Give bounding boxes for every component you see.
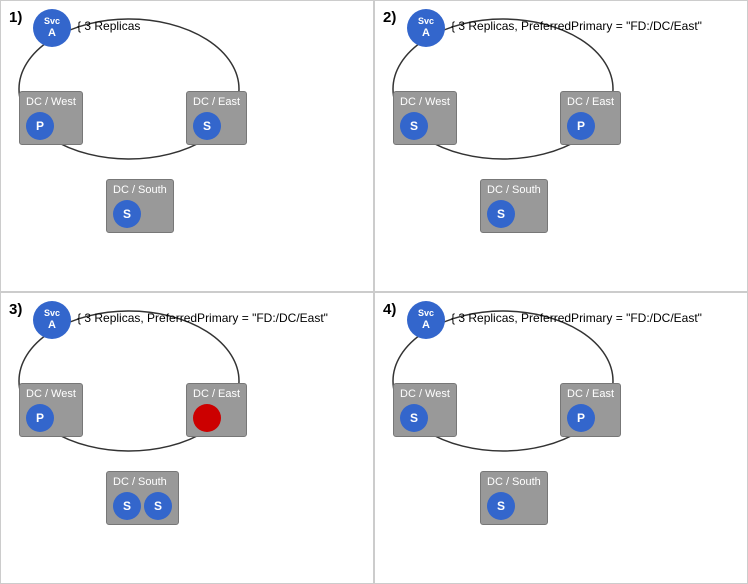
- replica-q1-2-0: S: [113, 200, 141, 228]
- dc-title-q1-1: DC / East: [193, 96, 240, 108]
- dc-title-q4-0: DC / West: [400, 388, 450, 400]
- dc-title-q2-2: DC / South: [487, 184, 541, 196]
- replica-row-q4-0: S: [400, 404, 450, 432]
- replica-q2-2-0: S: [487, 200, 515, 228]
- svc-bubble-q3: SvcA: [33, 301, 71, 339]
- dc-box-q2-2: DC / South S: [480, 179, 548, 233]
- dc-title-q2-1: DC / East: [567, 96, 614, 108]
- dc-box-q1-2: DC / South S: [106, 179, 174, 233]
- dc-title-q2-0: DC / West: [400, 96, 450, 108]
- svc-bubble-q2: SvcA: [407, 9, 445, 47]
- quadrant-q2: 2) SvcA { 3 Replicas, PreferredPrimary = "…: [374, 0, 748, 292]
- replica-row-q1-1: S: [193, 112, 240, 140]
- replica-row-q1-2: S: [113, 200, 167, 228]
- dc-title-q1-2: DC / South: [113, 184, 167, 196]
- quad-label-q1: 1): [9, 9, 22, 26]
- replica-row-q2-1: P: [567, 112, 614, 140]
- quad-label-q3: 3): [9, 301, 22, 318]
- replica-row-q3-0: P: [26, 404, 76, 432]
- dc-box-q4-2: DC / South S: [480, 471, 548, 525]
- replica-q4-1-0: P: [567, 404, 595, 432]
- svc-bubble-q4: SvcA: [407, 301, 445, 339]
- replica-row-q1-0: P: [26, 112, 76, 140]
- svc-bubble-q1: SvcA: [33, 9, 71, 47]
- dc-box-q3-0: DC / West P: [19, 383, 83, 437]
- dc-box-q4-0: DC / West S: [393, 383, 457, 437]
- brace-text-q1: { 3 Replicas: [77, 19, 140, 33]
- dc-title-q4-2: DC / South: [487, 476, 541, 488]
- replica-q1-1-0: S: [193, 112, 221, 140]
- replica-q4-2-0: S: [487, 492, 515, 520]
- quadrant-q4: 4) SvcA { 3 Replicas, PreferredPrimary = "…: [374, 292, 748, 584]
- brace-text-q4: { 3 Replicas, PreferredPrimary = "FD:/DC…: [451, 311, 702, 325]
- dc-title-q4-1: DC / East: [567, 388, 614, 400]
- dc-title-q3-2: DC / South: [113, 476, 172, 488]
- dc-box-q1-0: DC / West P: [19, 91, 83, 145]
- brace-text-q2: { 3 Replicas, PreferredPrimary = "FD:/DC…: [451, 19, 702, 33]
- dc-box-q2-1: DC / East P: [560, 91, 621, 145]
- replica-row-q2-0: S: [400, 112, 450, 140]
- quad-label-q2: 2): [383, 9, 396, 26]
- replica-q3-0-0: P: [26, 404, 54, 432]
- svc-circle-q4: SvcA: [407, 301, 445, 339]
- svc-circle-q1: SvcA: [33, 9, 71, 47]
- quadrant-q1: 1)SvcA{ 3 ReplicasDC / WestPDC / EastSDC…: [0, 0, 374, 292]
- replica-q3-2-0: S: [113, 492, 141, 520]
- dc-box-q3-2: DC / South SS: [106, 471, 179, 525]
- main-grid: 1)SvcA{ 3 ReplicasDC / WestPDC / EastSDC…: [0, 0, 748, 584]
- quadrant-q3: 3) SvcA { 3 Replicas, PreferredPrimary = "…: [0, 292, 374, 584]
- quad-label-q4: 4): [383, 301, 396, 318]
- brace-text-q3: { 3 Replicas, PreferredPrimary = "FD:/DC…: [77, 311, 328, 325]
- replica-row-q3-1: [193, 404, 240, 432]
- svc-circle-q2: SvcA: [407, 9, 445, 47]
- dc-title-q1-0: DC / West: [26, 96, 76, 108]
- replica-q2-0-0: S: [400, 112, 428, 140]
- dc-title-q3-0: DC / West: [26, 388, 76, 400]
- dc-box-q1-1: DC / East S: [186, 91, 247, 145]
- replica-row-q4-2: S: [487, 492, 541, 520]
- replica-row-q4-1: P: [567, 404, 614, 432]
- replica-q2-1-0: P: [567, 112, 595, 140]
- dc-box-q2-0: DC / West S: [393, 91, 457, 145]
- replica-q3-2-1: S: [144, 492, 172, 520]
- dc-title-q3-1: DC / East: [193, 388, 240, 400]
- dc-box-q3-1: DC / East: [186, 383, 247, 437]
- dc-box-q4-1: DC / East P: [560, 383, 621, 437]
- replica-row-q2-2: S: [487, 200, 541, 228]
- svc-circle-q3: SvcA: [33, 301, 71, 339]
- replica-q3-1-0: [193, 404, 221, 432]
- replica-row-q3-2: SS: [113, 492, 172, 520]
- replica-q1-0-0: P: [26, 112, 54, 140]
- replica-q4-0-0: S: [400, 404, 428, 432]
